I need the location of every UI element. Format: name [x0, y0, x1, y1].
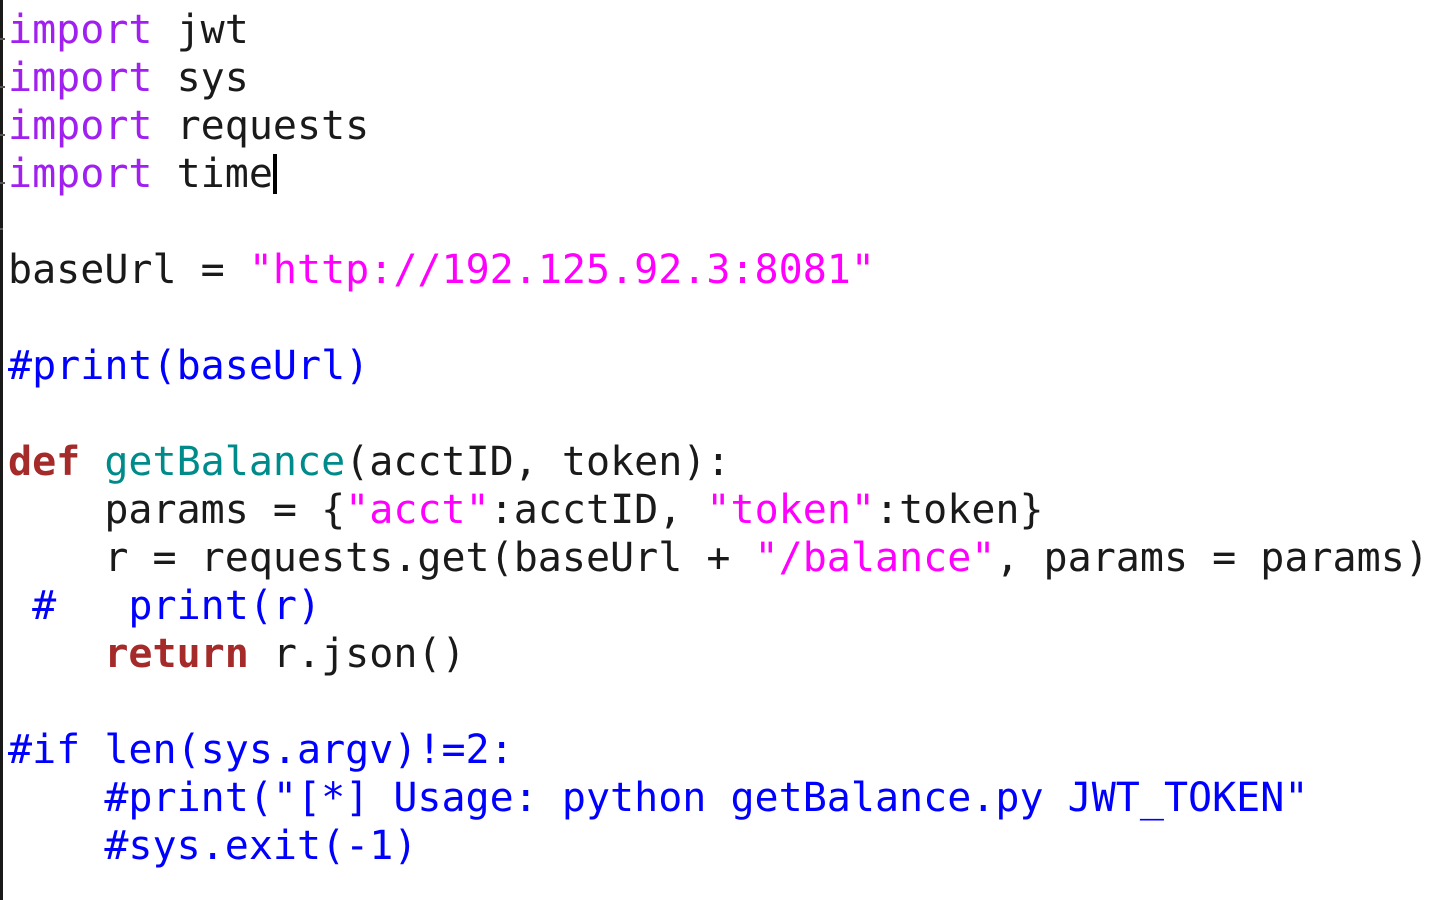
- code-token-default: requests: [152, 103, 370, 149]
- code-line-8[interactable]: #print(baseUrl): [8, 342, 1429, 390]
- code-line-14[interactable]: return r.json(): [8, 630, 1429, 678]
- fold-marker: [0, 134, 5, 136]
- code-token-comment: #sys.exit(-1): [8, 823, 418, 869]
- fold-marker: [0, 182, 5, 184]
- code-token-default: , params = params): [995, 535, 1429, 581]
- code-line-7[interactable]: ​: [8, 294, 1429, 342]
- fold-marker: [0, 228, 3, 230]
- code-line-15[interactable]: ​: [8, 678, 1429, 726]
- code-token-default: params = {: [8, 487, 346, 533]
- fold-marker: [0, 86, 5, 88]
- code-line-2[interactable]: import sys: [8, 54, 1429, 102]
- code-token-keyword-import: import: [8, 7, 153, 53]
- code-token-comment: #print(baseUrl): [8, 343, 370, 389]
- code-line-16[interactable]: #if len(sys.argv)!=2:: [8, 726, 1429, 774]
- code-token-default: time: [152, 151, 273, 197]
- code-line-12[interactable]: r = requests.get(baseUrl + "/balance", p…: [8, 534, 1429, 582]
- code-line-11[interactable]: params = {"acct":acctID, "token":token}: [8, 486, 1429, 534]
- code-token-function-name: getBalance: [104, 439, 346, 485]
- code-token-comment: # print(r): [8, 583, 322, 629]
- code-token-keyword-def: return: [104, 631, 249, 677]
- code-token-comment: #if len(sys.argv)!=2:: [8, 727, 514, 773]
- code-token-default: [8, 631, 104, 677]
- code-token-string: "/balance": [754, 535, 996, 581]
- fold-marker: [0, 38, 5, 40]
- code-token-default: :acctID,: [489, 487, 707, 533]
- code-token-string: "http://192.125.92.3:8081": [248, 247, 875, 293]
- code-line-18[interactable]: #sys.exit(-1): [8, 822, 1429, 870]
- code-token-string: "acct": [345, 487, 490, 533]
- code-token-keyword-import: import: [8, 55, 153, 101]
- code-text-area[interactable]: import jwt import sys import requests impor…: [8, 6, 1429, 870]
- code-editor[interactable]: import jwt import sys import requests impor…: [0, 0, 1436, 900]
- text-cursor: [272, 154, 277, 194]
- code-line-4[interactable]: import time: [8, 150, 1429, 198]
- code-token-string: "token": [706, 487, 875, 533]
- code-token-default: baseUrl =: [8, 247, 249, 293]
- code-token-keyword-def: def: [8, 439, 81, 485]
- code-token-keyword-import: import: [8, 151, 153, 197]
- code-token-default: [80, 439, 104, 485]
- code-token-keyword-import: import: [8, 103, 153, 149]
- code-token-default: :token}: [874, 487, 1044, 533]
- code-line-3[interactable]: import requests: [8, 102, 1429, 150]
- code-line-10[interactable]: def getBalance(acctID, token):: [8, 438, 1429, 486]
- code-token-default: (acctID, token):: [345, 439, 731, 485]
- code-line-17[interactable]: #print("[*] Usage: python getBalance.py …: [8, 774, 1429, 822]
- code-token-default: r.json(): [248, 631, 466, 677]
- code-line-13[interactable]: # print(r): [8, 582, 1429, 630]
- code-token-comment: #print("[*] Usage: python getBalance.py …: [8, 775, 1309, 821]
- code-token-default: jwt: [152, 7, 249, 53]
- code-line-6[interactable]: baseUrl = "http://192.125.92.3:8081": [8, 246, 1429, 294]
- code-token-default: r = requests.get(baseUrl +: [8, 535, 755, 581]
- code-token-default: sys: [152, 55, 249, 101]
- code-line-9[interactable]: ​: [8, 390, 1429, 438]
- code-line-5[interactable]: ​: [8, 198, 1429, 246]
- code-line-1[interactable]: import jwt: [8, 6, 1429, 54]
